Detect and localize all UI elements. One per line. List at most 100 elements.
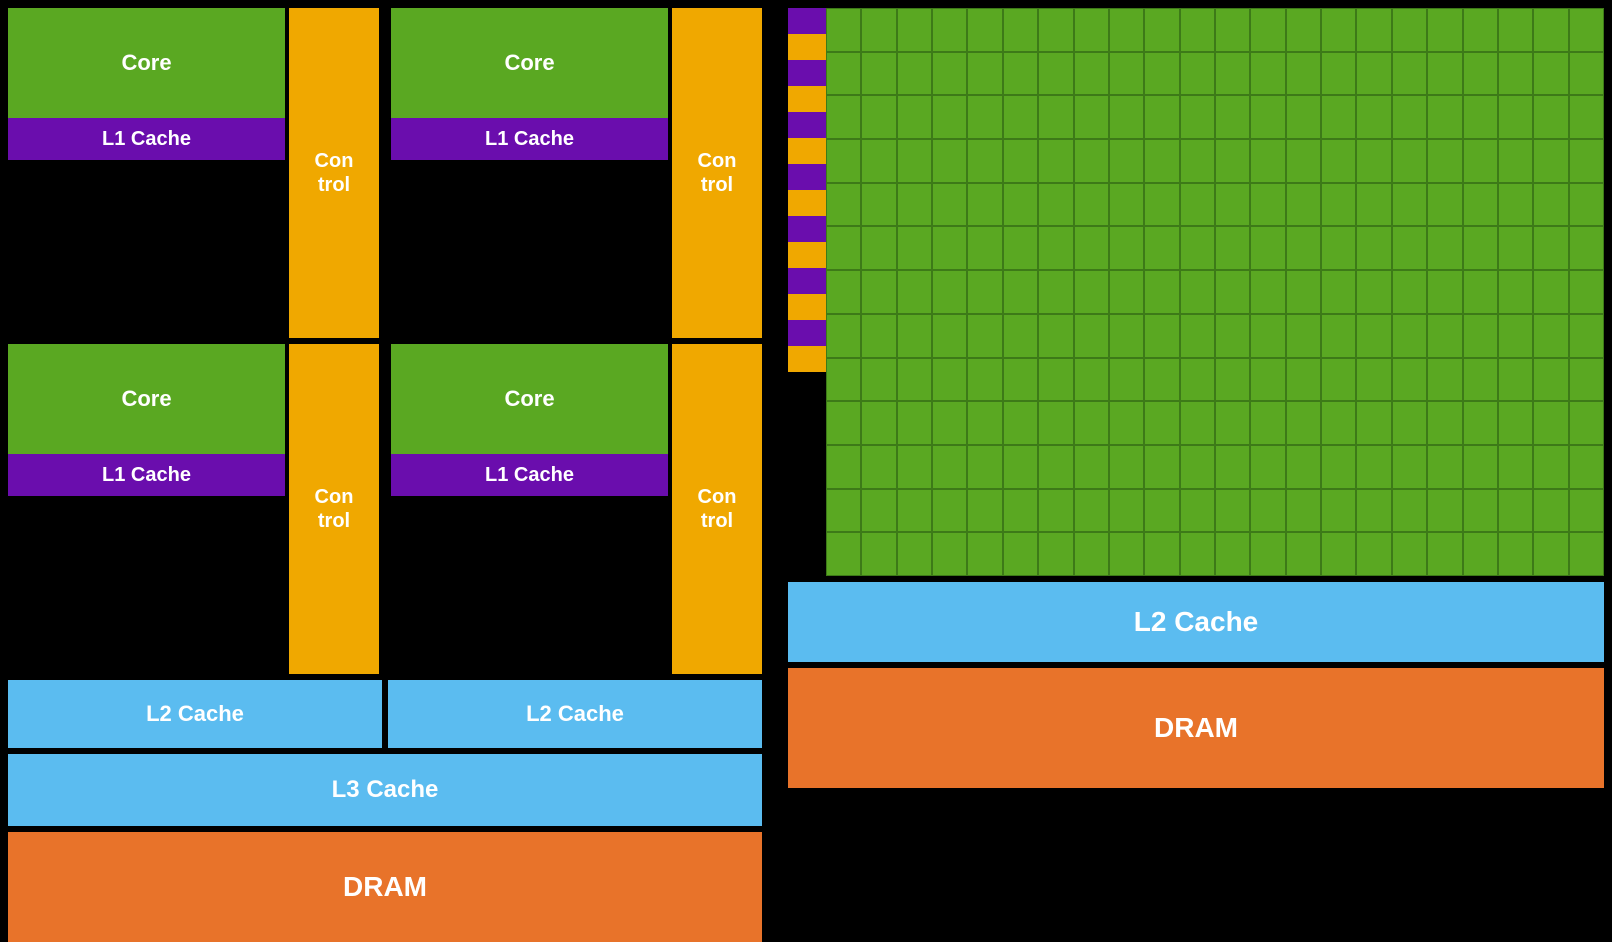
gpu-core-cell — [1109, 8, 1144, 52]
gpu-core-cell — [1427, 532, 1462, 576]
gpu-core-cell — [1180, 532, 1215, 576]
gpu-core-cell — [1498, 226, 1533, 270]
gpu-core-cell — [897, 8, 932, 52]
gpu-core-cell — [1215, 489, 1250, 533]
gpu-core-cell — [967, 95, 1002, 139]
gpu-core-cell — [826, 401, 861, 445]
gpu-core-cell — [1392, 52, 1427, 96]
gpu-core-cell — [1356, 139, 1391, 183]
gpu-core-cell — [1109, 52, 1144, 96]
gpu-core-cell — [826, 52, 861, 96]
gpu-core-cell — [1356, 270, 1391, 314]
gpu-core-cell — [1038, 358, 1073, 402]
gpu-core-cell — [1003, 358, 1038, 402]
gpu-core-cell — [1321, 489, 1356, 533]
gpu-core-cell — [1427, 358, 1462, 402]
gpu-core-cell — [1074, 8, 1109, 52]
gpu-core-cell — [1109, 489, 1144, 533]
gpu-core-cell — [1569, 226, 1604, 270]
gpu-core-cell — [1144, 532, 1179, 576]
gpu-core-cell — [861, 183, 896, 227]
gpu-core-cell — [897, 270, 932, 314]
gpu-core-cell — [826, 358, 861, 402]
gpu-core-cell — [1109, 314, 1144, 358]
gpu-core-cell — [1074, 52, 1109, 96]
core-1-block: Core L1 Cache — [8, 8, 285, 338]
gpu-core-cell — [1038, 401, 1073, 445]
gpu-core-cell — [1074, 139, 1109, 183]
gpu-core-cell — [1286, 532, 1321, 576]
gpu-core-cell — [1392, 8, 1427, 52]
gpu-core-cell — [1180, 270, 1215, 314]
gpu-core-cell — [826, 270, 861, 314]
gpu-core-cell — [932, 8, 967, 52]
gpu-core-cell — [1250, 401, 1285, 445]
gpu-core-cell — [1463, 8, 1498, 52]
core-1: Core — [8, 8, 285, 118]
gpu-core-cell — [1215, 532, 1250, 576]
gpu-core-cell — [1074, 270, 1109, 314]
control-3: Control — [289, 344, 379, 674]
gpu-core-cell — [1533, 532, 1568, 576]
gpu-core-cell — [861, 358, 896, 402]
gpu-core-cell — [1286, 445, 1321, 489]
gpu-core-cell — [1356, 52, 1391, 96]
gpu-core-cell — [1321, 139, 1356, 183]
gpu-core-cell — [1498, 139, 1533, 183]
gpu-diagram: L2 Cache DRAM — [780, 0, 1612, 796]
gpu-core-cell — [1356, 226, 1391, 270]
gpu-core-cell — [1321, 226, 1356, 270]
gpu-core-cell — [861, 401, 896, 445]
gpu-core-cell — [1356, 314, 1391, 358]
gpu-core-cell — [1498, 489, 1533, 533]
gpu-core-cell — [1321, 270, 1356, 314]
l2-cache-1-label: L2 Cache — [146, 701, 244, 727]
gpu-core-cell — [1356, 445, 1391, 489]
gpu-core-cell — [1498, 8, 1533, 52]
stripe-5 — [788, 112, 826, 138]
gpu-core-cell — [1144, 226, 1179, 270]
gpu-core-cell — [1144, 8, 1179, 52]
gpu-core-cell — [967, 8, 1002, 52]
gpu-core-cell — [1569, 270, 1604, 314]
gpu-core-cell — [1074, 183, 1109, 227]
gpu-core-cell — [861, 532, 896, 576]
gpu-core-cell — [1109, 445, 1144, 489]
gpu-core-cell — [1180, 401, 1215, 445]
gpu-core-cell — [1250, 226, 1285, 270]
gpu-core-cell — [1286, 52, 1321, 96]
gpu-core-cell — [826, 489, 861, 533]
l1-cache-2-label: L1 Cache — [485, 128, 574, 151]
gpu-core-cell — [1463, 226, 1498, 270]
cpu-pair-2: Core L1 Cache Control — [391, 8, 762, 338]
gpu-core-cell — [1498, 95, 1533, 139]
gpu-core-cell — [826, 532, 861, 576]
gpu-core-cell — [1392, 139, 1427, 183]
gpu-core-cell — [861, 226, 896, 270]
gpu-core-cell — [1498, 401, 1533, 445]
control-4: Control — [672, 344, 762, 674]
gpu-core-cell — [967, 52, 1002, 96]
l1-cache-2: L1 Cache — [391, 118, 668, 160]
stripe-13 — [788, 320, 826, 346]
gpu-core-cell — [1180, 183, 1215, 227]
gpu-core-cell — [897, 183, 932, 227]
gpu-core-cell — [932, 532, 967, 576]
gpu-core-cell — [1250, 358, 1285, 402]
gpu-core-cell — [1250, 8, 1285, 52]
gpu-core-cell — [826, 139, 861, 183]
gpu-core-cell — [1321, 401, 1356, 445]
gpu-core-cell — [1003, 226, 1038, 270]
gpu-core-cell — [1250, 532, 1285, 576]
gpu-core-cell — [1215, 358, 1250, 402]
gpu-core-cell — [1533, 489, 1568, 533]
gpu-core-cell — [1180, 8, 1215, 52]
gpu-core-cell — [1356, 95, 1391, 139]
gpu-core-cell — [1356, 532, 1391, 576]
gpu-core-cell — [1392, 401, 1427, 445]
gpu-core-cell — [1427, 270, 1462, 314]
cpu-pair-3: Core L1 Cache Control — [8, 344, 379, 674]
gpu-core-cell — [1427, 95, 1462, 139]
gpu-core-cell — [1180, 358, 1215, 402]
gpu-core-cell — [1003, 95, 1038, 139]
